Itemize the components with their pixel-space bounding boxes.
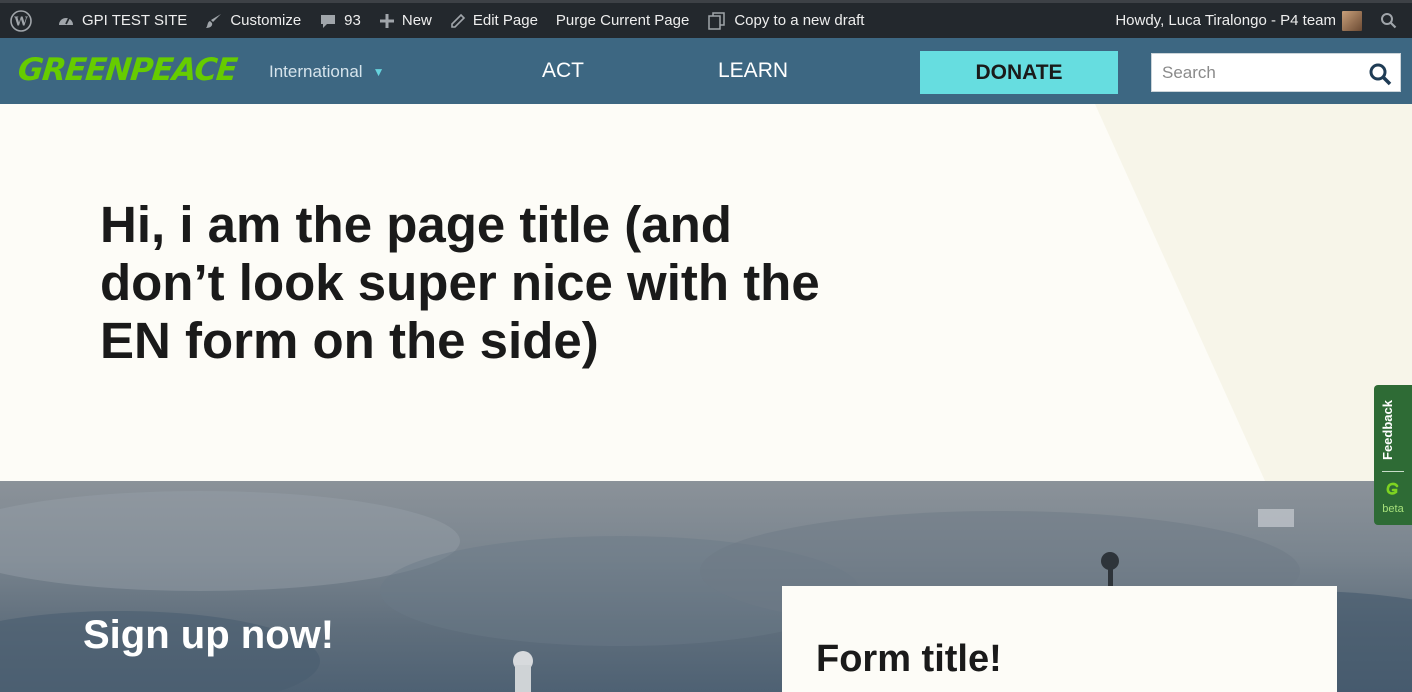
greenpeace-logo[interactable]: GREENPEACE xyxy=(16,52,238,88)
feedback-tab[interactable]: Feedback beta xyxy=(1374,385,1412,525)
edit-page-button[interactable]: Edit Page xyxy=(441,3,547,38)
caret-down-icon: ▼ xyxy=(372,65,385,79)
wp-admin-bar: W GPI TEST SITE Customize 93 New Edit Pa… xyxy=(0,0,1412,38)
brush-icon xyxy=(206,13,222,28)
new-content-button[interactable]: New xyxy=(370,3,441,38)
dashboard-icon xyxy=(59,17,73,25)
site-name-menu[interactable]: GPI TEST SITE xyxy=(48,3,196,38)
comments-count: 93 xyxy=(344,12,361,29)
svg-text:W: W xyxy=(13,14,28,28)
search-input[interactable] xyxy=(1152,54,1364,92)
purge-label: Purge Current Page xyxy=(555,12,690,29)
country-label: International xyxy=(269,62,363,81)
site-name-label: GPI TEST SITE xyxy=(82,12,188,29)
search-icon xyxy=(1381,13,1397,29)
comments-button[interactable]: 93 xyxy=(310,3,370,38)
copy-draft-button[interactable]: Copy to a new draft xyxy=(698,3,873,38)
copy-icon xyxy=(708,11,726,30)
page-title: Hi, i am the page title (and don’t look … xyxy=(100,196,820,369)
search-box xyxy=(1151,53,1401,92)
feedback-divider xyxy=(1382,471,1404,472)
avatar xyxy=(1342,10,1362,31)
country-selector[interactable]: International ▼ xyxy=(269,62,384,82)
search-icon xyxy=(1369,63,1392,86)
page-header: Hi, i am the page title (and don’t look … xyxy=(0,104,1412,481)
copy-draft-label: Copy to a new draft xyxy=(734,12,865,29)
plus-icon xyxy=(379,13,394,28)
wordpress-icon: W xyxy=(10,9,32,32)
feedback-label: Feedback xyxy=(1380,400,1395,460)
account-menu[interactable]: Howdy, Luca Tiralongo - P4 team xyxy=(1106,3,1371,38)
site-header: GREENPEACE International ▼ ACT LEARN DON… xyxy=(0,38,1412,104)
form-title: Form title! xyxy=(816,638,1002,680)
new-label: New xyxy=(401,12,432,29)
customize-label: Customize xyxy=(230,12,302,29)
signup-section: Sign up now! Form title! xyxy=(0,481,1412,692)
wordpress-logo-button[interactable]: W xyxy=(0,3,48,38)
donate-button[interactable]: DONATE xyxy=(920,51,1118,94)
en-form-card: Form title! xyxy=(782,586,1337,692)
customize-button[interactable]: Customize xyxy=(196,3,310,38)
admin-search-button[interactable] xyxy=(1371,3,1412,38)
beta-label: beta xyxy=(1382,503,1404,515)
comment-icon xyxy=(321,14,336,28)
howdy-label: Howdy, Luca Tiralongo - P4 team xyxy=(1115,12,1336,29)
greenpeace-g-icon xyxy=(1386,482,1399,495)
purge-cache-button[interactable]: Purge Current Page xyxy=(547,3,698,38)
signup-heading: Sign up now! xyxy=(83,613,335,657)
nav-act-link[interactable]: ACT xyxy=(542,59,584,83)
search-submit-button[interactable] xyxy=(1368,62,1392,91)
edit-page-label: Edit Page xyxy=(472,12,538,29)
pencil-icon xyxy=(451,13,466,28)
nav-learn-link[interactable]: LEARN xyxy=(718,59,788,83)
